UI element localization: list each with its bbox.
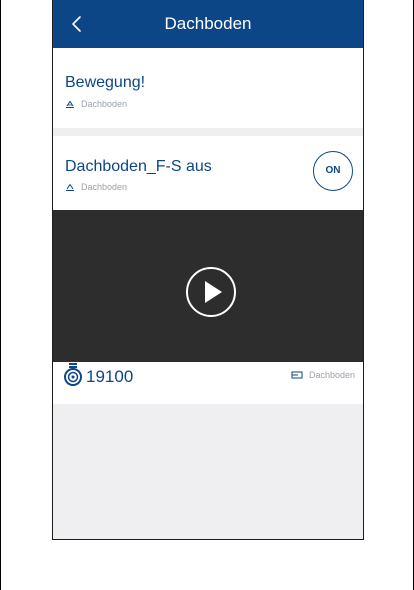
card-room-text: Dachboden	[81, 99, 128, 109]
meter-icon	[64, 363, 82, 386]
card-room-label: Dachboden	[65, 182, 127, 192]
app-screen: Dachboden Bewegung! Dachboden Dachboden_…	[52, 0, 364, 540]
room-icon	[66, 100, 74, 108]
play-button[interactable]	[183, 264, 239, 320]
event-card-motion[interactable]: Bewegung! Dachboden	[53, 48, 363, 128]
room-floor-icon	[291, 371, 303, 379]
header-bar: Dachboden	[53, 0, 363, 48]
page-title: Dachboden	[164, 14, 252, 33]
counter-room-text: Dachboden	[308, 370, 355, 380]
scene-card[interactable]: Dachboden_F-S aus Dachboden ON	[53, 136, 363, 210]
counter-room-label: Dachboden	[291, 370, 355, 380]
room-icon	[66, 183, 74, 191]
card-room-text: Dachboden	[81, 182, 128, 192]
card-title: Bewegung!	[65, 74, 146, 91]
on-button[interactable]: ON	[313, 151, 353, 191]
play-icon	[186, 267, 236, 317]
card-title: Dachboden_F-S aus	[65, 158, 212, 175]
counter-value: 19100	[86, 367, 134, 386]
video-player[interactable]	[53, 210, 363, 362]
card-room-label: Dachboden	[65, 99, 127, 109]
counter-card: 19100 Dachboden	[53, 362, 363, 404]
